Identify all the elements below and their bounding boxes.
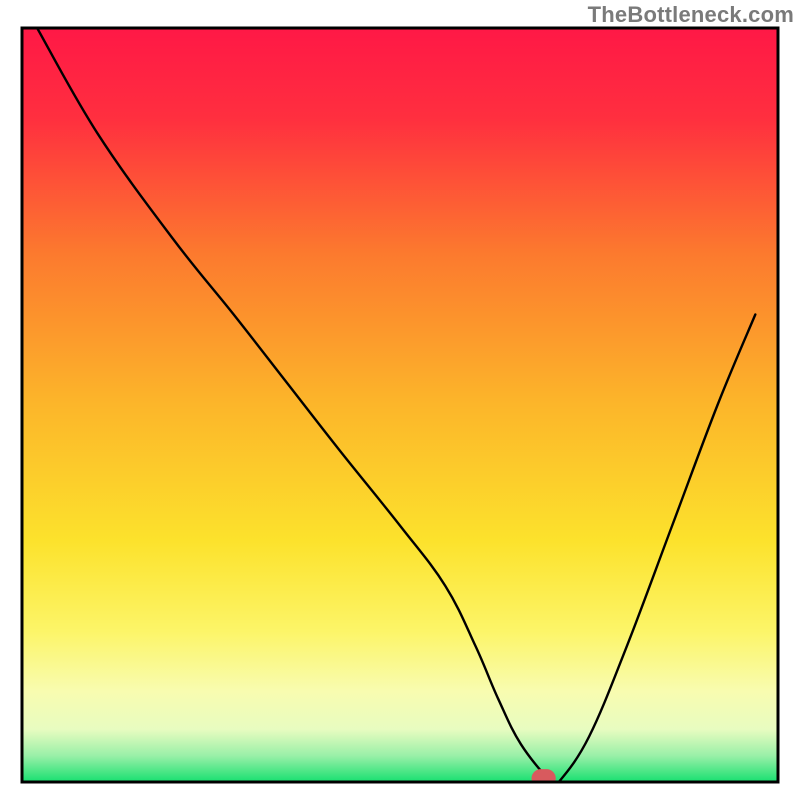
- bottleneck-chart: [0, 0, 800, 800]
- target-pill-marker: [532, 769, 556, 787]
- watermark-label: TheBottleneck.com: [588, 2, 794, 28]
- chart-container: TheBottleneck.com: [0, 0, 800, 800]
- gradient-background: [22, 28, 778, 782]
